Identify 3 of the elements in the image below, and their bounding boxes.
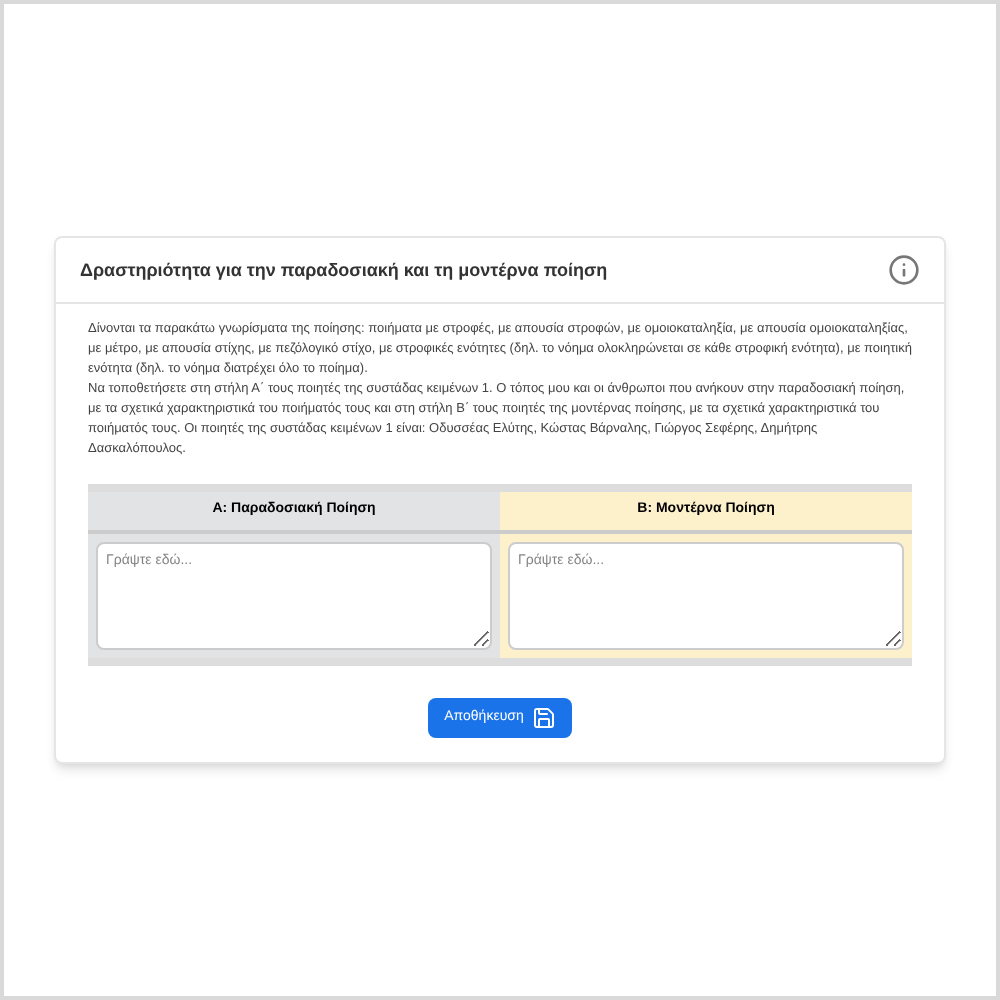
info-icon[interactable] xyxy=(888,254,920,287)
card-title: Δραστηριότητα για την παραδοσιακή και τη μοντέρνα ποίηση xyxy=(80,257,608,284)
save-icon xyxy=(531,705,556,730)
